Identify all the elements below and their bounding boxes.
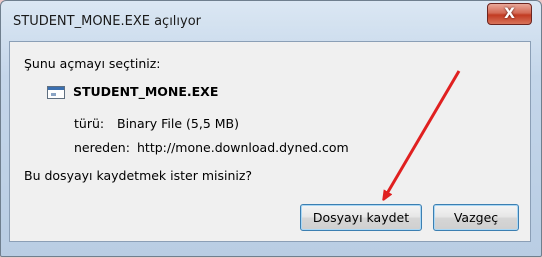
- executable-file-icon: [47, 86, 65, 99]
- cancel-button[interactable]: Vazgeç: [433, 204, 519, 231]
- window-title: STUDENT_MONE.EXE açılıyor: [13, 14, 202, 29]
- save-question: Bu dosyayı kaydetmek ister misiniz?: [24, 168, 253, 183]
- file-name: STUDENT_MONE.EXE: [73, 84, 219, 99]
- source-label: nereden:: [74, 140, 130, 155]
- dialog-content: Şunu açmayı seçtiniz: STUDENT_MONE.EXE t…: [9, 41, 531, 242]
- file-type-label: türü:: [74, 116, 105, 131]
- source-url: http://mone.download.dyned.com: [137, 140, 349, 155]
- close-icon: X: [504, 6, 515, 22]
- download-dialog: STUDENT_MONE.EXE açılıyor X Şunu açmayı …: [0, 0, 542, 257]
- save-file-button[interactable]: Dosyayı kaydet: [300, 204, 422, 231]
- file-type-value: Binary File (5,5 MB): [117, 116, 239, 131]
- open-prompt: Şunu açmayı seçtiniz:: [24, 56, 161, 71]
- title-bar[interactable]: STUDENT_MONE.EXE açılıyor X: [1, 1, 541, 41]
- close-button[interactable]: X: [487, 3, 532, 25]
